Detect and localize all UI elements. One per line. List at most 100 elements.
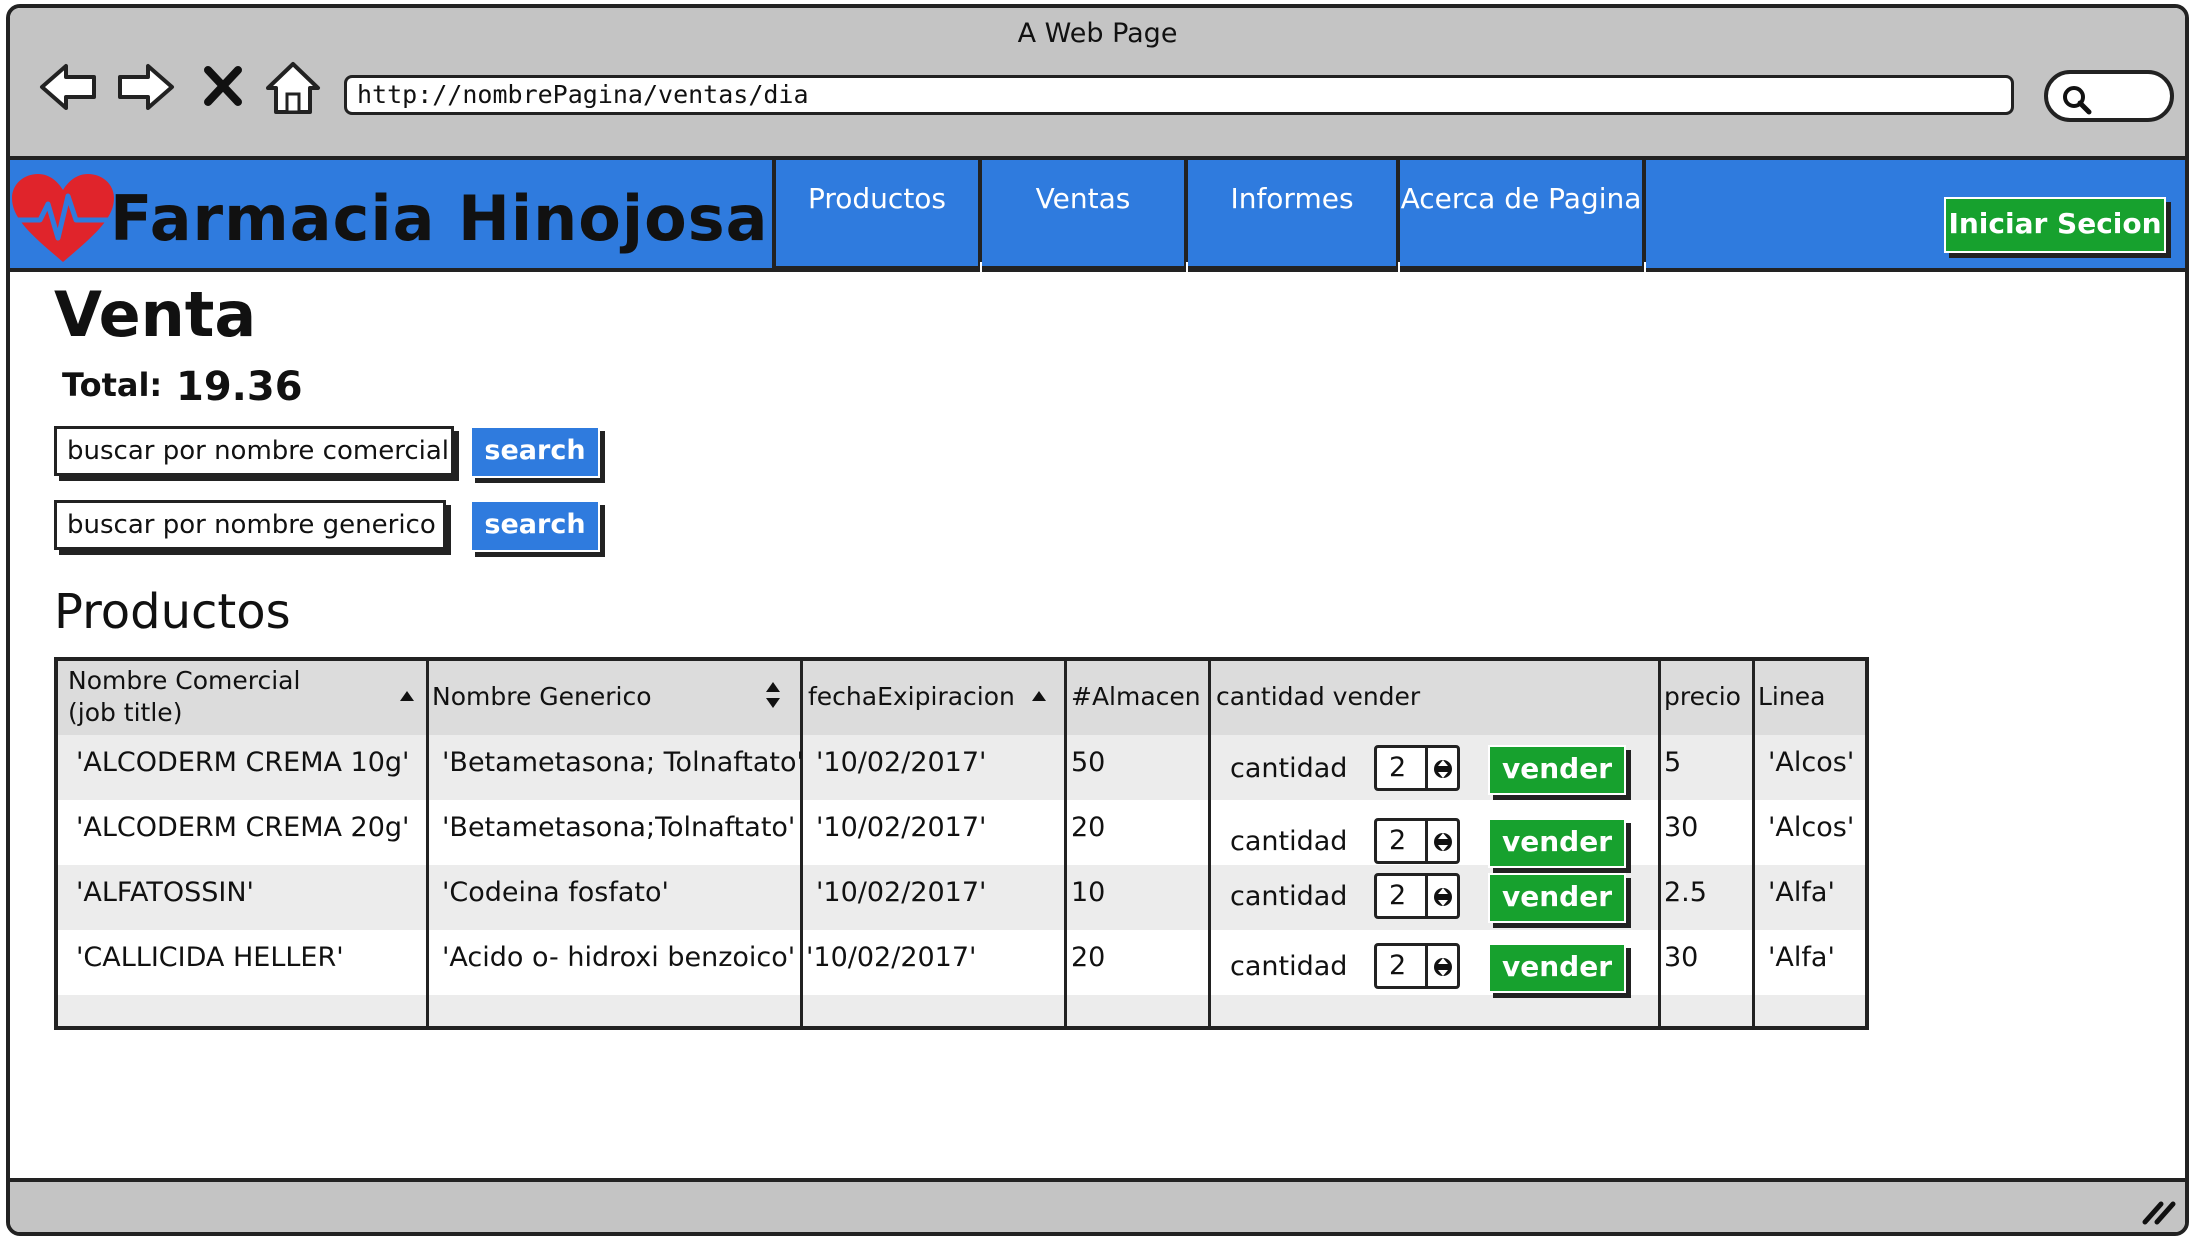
cell-linea: 'Alfa' [1768, 942, 1835, 973]
cantidad-label: cantidad [1230, 826, 1348, 857]
quantity-stepper[interactable]: 2 [1374, 745, 1460, 791]
table-row-bg [58, 995, 1865, 1026]
vender-button[interactable]: vender [1488, 818, 1626, 868]
cell-nombre: 'ALCODERM CREMA 20g' [76, 812, 410, 843]
quantity-value: 2 [1389, 880, 1407, 911]
column-header-precio[interactable]: precio [1664, 681, 1741, 713]
stepper-divider [1425, 821, 1428, 861]
cell-fecha: '10/02/2017' [816, 877, 987, 908]
site-header: Farmacia Hinojosa Productos Ventas Infor… [10, 160, 2185, 274]
column-divider [1658, 661, 1661, 1026]
column-header-line: Nombre Comercial [68, 666, 301, 695]
cell-nombre: 'CALLICIDA HELLER' [76, 942, 344, 973]
cell-precio: 2.5 [1664, 877, 1707, 908]
quantity-stepper[interactable]: 2 [1374, 873, 1460, 919]
browser-status-bar [10, 1178, 2185, 1232]
column-divider [1208, 661, 1211, 1026]
login-button[interactable]: Iniciar Secion [1944, 197, 2166, 253]
cell-linea: 'Alfa' [1768, 877, 1835, 908]
tab-corner-mark [966, 262, 982, 274]
cell-generico: 'Acido o- hidroxi benzoico' [442, 942, 796, 973]
cell-linea: 'Alcos' [1768, 812, 1855, 843]
tab-productos[interactable]: Productos [776, 160, 982, 274]
column-divider [426, 661, 429, 1026]
tab-informes[interactable]: Informes [1188, 160, 1400, 274]
browser-chrome: A Web Page http://nombrePagina/ventas/di… [10, 8, 2185, 160]
search-generico-button[interactable]: search [470, 500, 600, 552]
cantidad-label: cantidad [1230, 881, 1348, 912]
cell-precio: 30 [1664, 812, 1699, 843]
quantity-stepper[interactable]: 2 [1374, 818, 1460, 864]
column-header-fecha-expiracion[interactable]: fechaExipiracion [808, 681, 1015, 713]
search-comercial-button[interactable]: search [470, 426, 600, 478]
cell-linea: 'Alcos' [1768, 747, 1855, 778]
window-title: A Web Page [1017, 18, 1178, 49]
vender-button[interactable]: vender [1488, 943, 1626, 993]
cell-fecha: '10/02/2017' [806, 942, 977, 973]
quantity-value: 2 [1389, 950, 1407, 981]
stepper-divider [1425, 748, 1428, 788]
cell-almacen: 10 [1071, 877, 1106, 908]
search-generico-input[interactable]: buscar por nombre generico [54, 500, 446, 550]
cell-generico: 'Betametasona;Tolnaftato' [442, 812, 796, 843]
tab-corner-mark [1384, 262, 1400, 274]
cell-almacen: 20 [1071, 812, 1106, 843]
search-comercial-input[interactable]: buscar por nombre comercial [54, 426, 454, 476]
cell-generico: 'Betametasona; Tolnaftato' [442, 747, 804, 778]
column-divider [800, 661, 803, 1026]
quantity-stepper[interactable]: 2 [1374, 943, 1460, 989]
tab-label: Acerca de Pagina [1400, 182, 1642, 215]
vender-button[interactable]: vender [1488, 745, 1626, 795]
back-icon[interactable] [38, 56, 100, 118]
forward-icon[interactable] [114, 56, 176, 118]
home-icon[interactable] [262, 56, 324, 118]
cell-precio: 5 [1664, 747, 1682, 778]
cell-nombre: 'ALFATOSSIN' [76, 877, 254, 908]
heart-pulse-icon [10, 174, 116, 270]
stepper-arrows-icon[interactable] [1433, 952, 1453, 982]
brand-title: Farmacia Hinojosa [110, 182, 769, 255]
cantidad-label: cantidad [1230, 951, 1348, 982]
column-header-linea[interactable]: Linea [1758, 681, 1825, 713]
vender-button[interactable]: vender [1488, 873, 1626, 923]
tab-label: Informes [1230, 182, 1354, 215]
cell-fecha: '10/02/2017' [816, 812, 987, 843]
cantidad-label: cantidad [1230, 753, 1348, 784]
search-icon [2063, 86, 2092, 115]
cell-nombre: 'ALCODERM CREMA 10g' [76, 747, 410, 778]
stepper-divider [1425, 946, 1428, 986]
cell-fecha: '10/02/2017' [816, 747, 987, 778]
stepper-arrows-icon[interactable] [1433, 882, 1453, 912]
tab-acerca-de-pagina[interactable]: Acerca de Pagina [1400, 160, 1646, 274]
column-divider [1064, 661, 1067, 1026]
browser-window: A Web Page http://nombrePagina/ventas/di… [6, 4, 2189, 1236]
page-title: Venta [54, 278, 257, 351]
resize-grip-icon[interactable] [2137, 1192, 2177, 1226]
column-header-nombre-generico[interactable]: Nombre Generico [432, 681, 652, 713]
quantity-value: 2 [1389, 752, 1407, 783]
column-header-cantidad-vender[interactable]: cantidad vender [1216, 681, 1420, 713]
stepper-divider [1425, 876, 1428, 916]
tab-corner-mark [1172, 262, 1188, 274]
sort-both-icon[interactable] [764, 679, 782, 711]
cell-precio: 30 [1664, 942, 1699, 973]
url-bar[interactable]: http://nombrePagina/ventas/dia [344, 75, 2014, 115]
cell-generico: 'Codeina fosfato' [442, 877, 669, 908]
browser-search-button[interactable] [2044, 70, 2174, 122]
total-value: 19.36 [176, 364, 303, 410]
cell-almacen: 50 [1071, 747, 1106, 778]
close-icon[interactable] [194, 56, 256, 118]
tab-corner-mark [1630, 262, 1646, 274]
stepper-arrows-icon[interactable] [1433, 827, 1453, 857]
stepper-arrows-icon[interactable] [1433, 754, 1453, 784]
tab-ventas[interactable]: Ventas [982, 160, 1188, 274]
sort-asc-icon[interactable] [1030, 689, 1048, 703]
column-header-almacen[interactable]: #Almacen [1071, 681, 1201, 713]
products-table: Nombre Comercial (job title) Nombre Gene… [54, 657, 1869, 1030]
sort-asc-icon[interactable] [398, 689, 416, 703]
column-divider [1752, 661, 1755, 1026]
tab-label: Ventas [1035, 182, 1131, 215]
quantity-value: 2 [1389, 825, 1407, 856]
cell-almacen: 20 [1071, 942, 1106, 973]
column-header-nombre-comercial[interactable]: Nombre Comercial (job title) [68, 665, 300, 729]
